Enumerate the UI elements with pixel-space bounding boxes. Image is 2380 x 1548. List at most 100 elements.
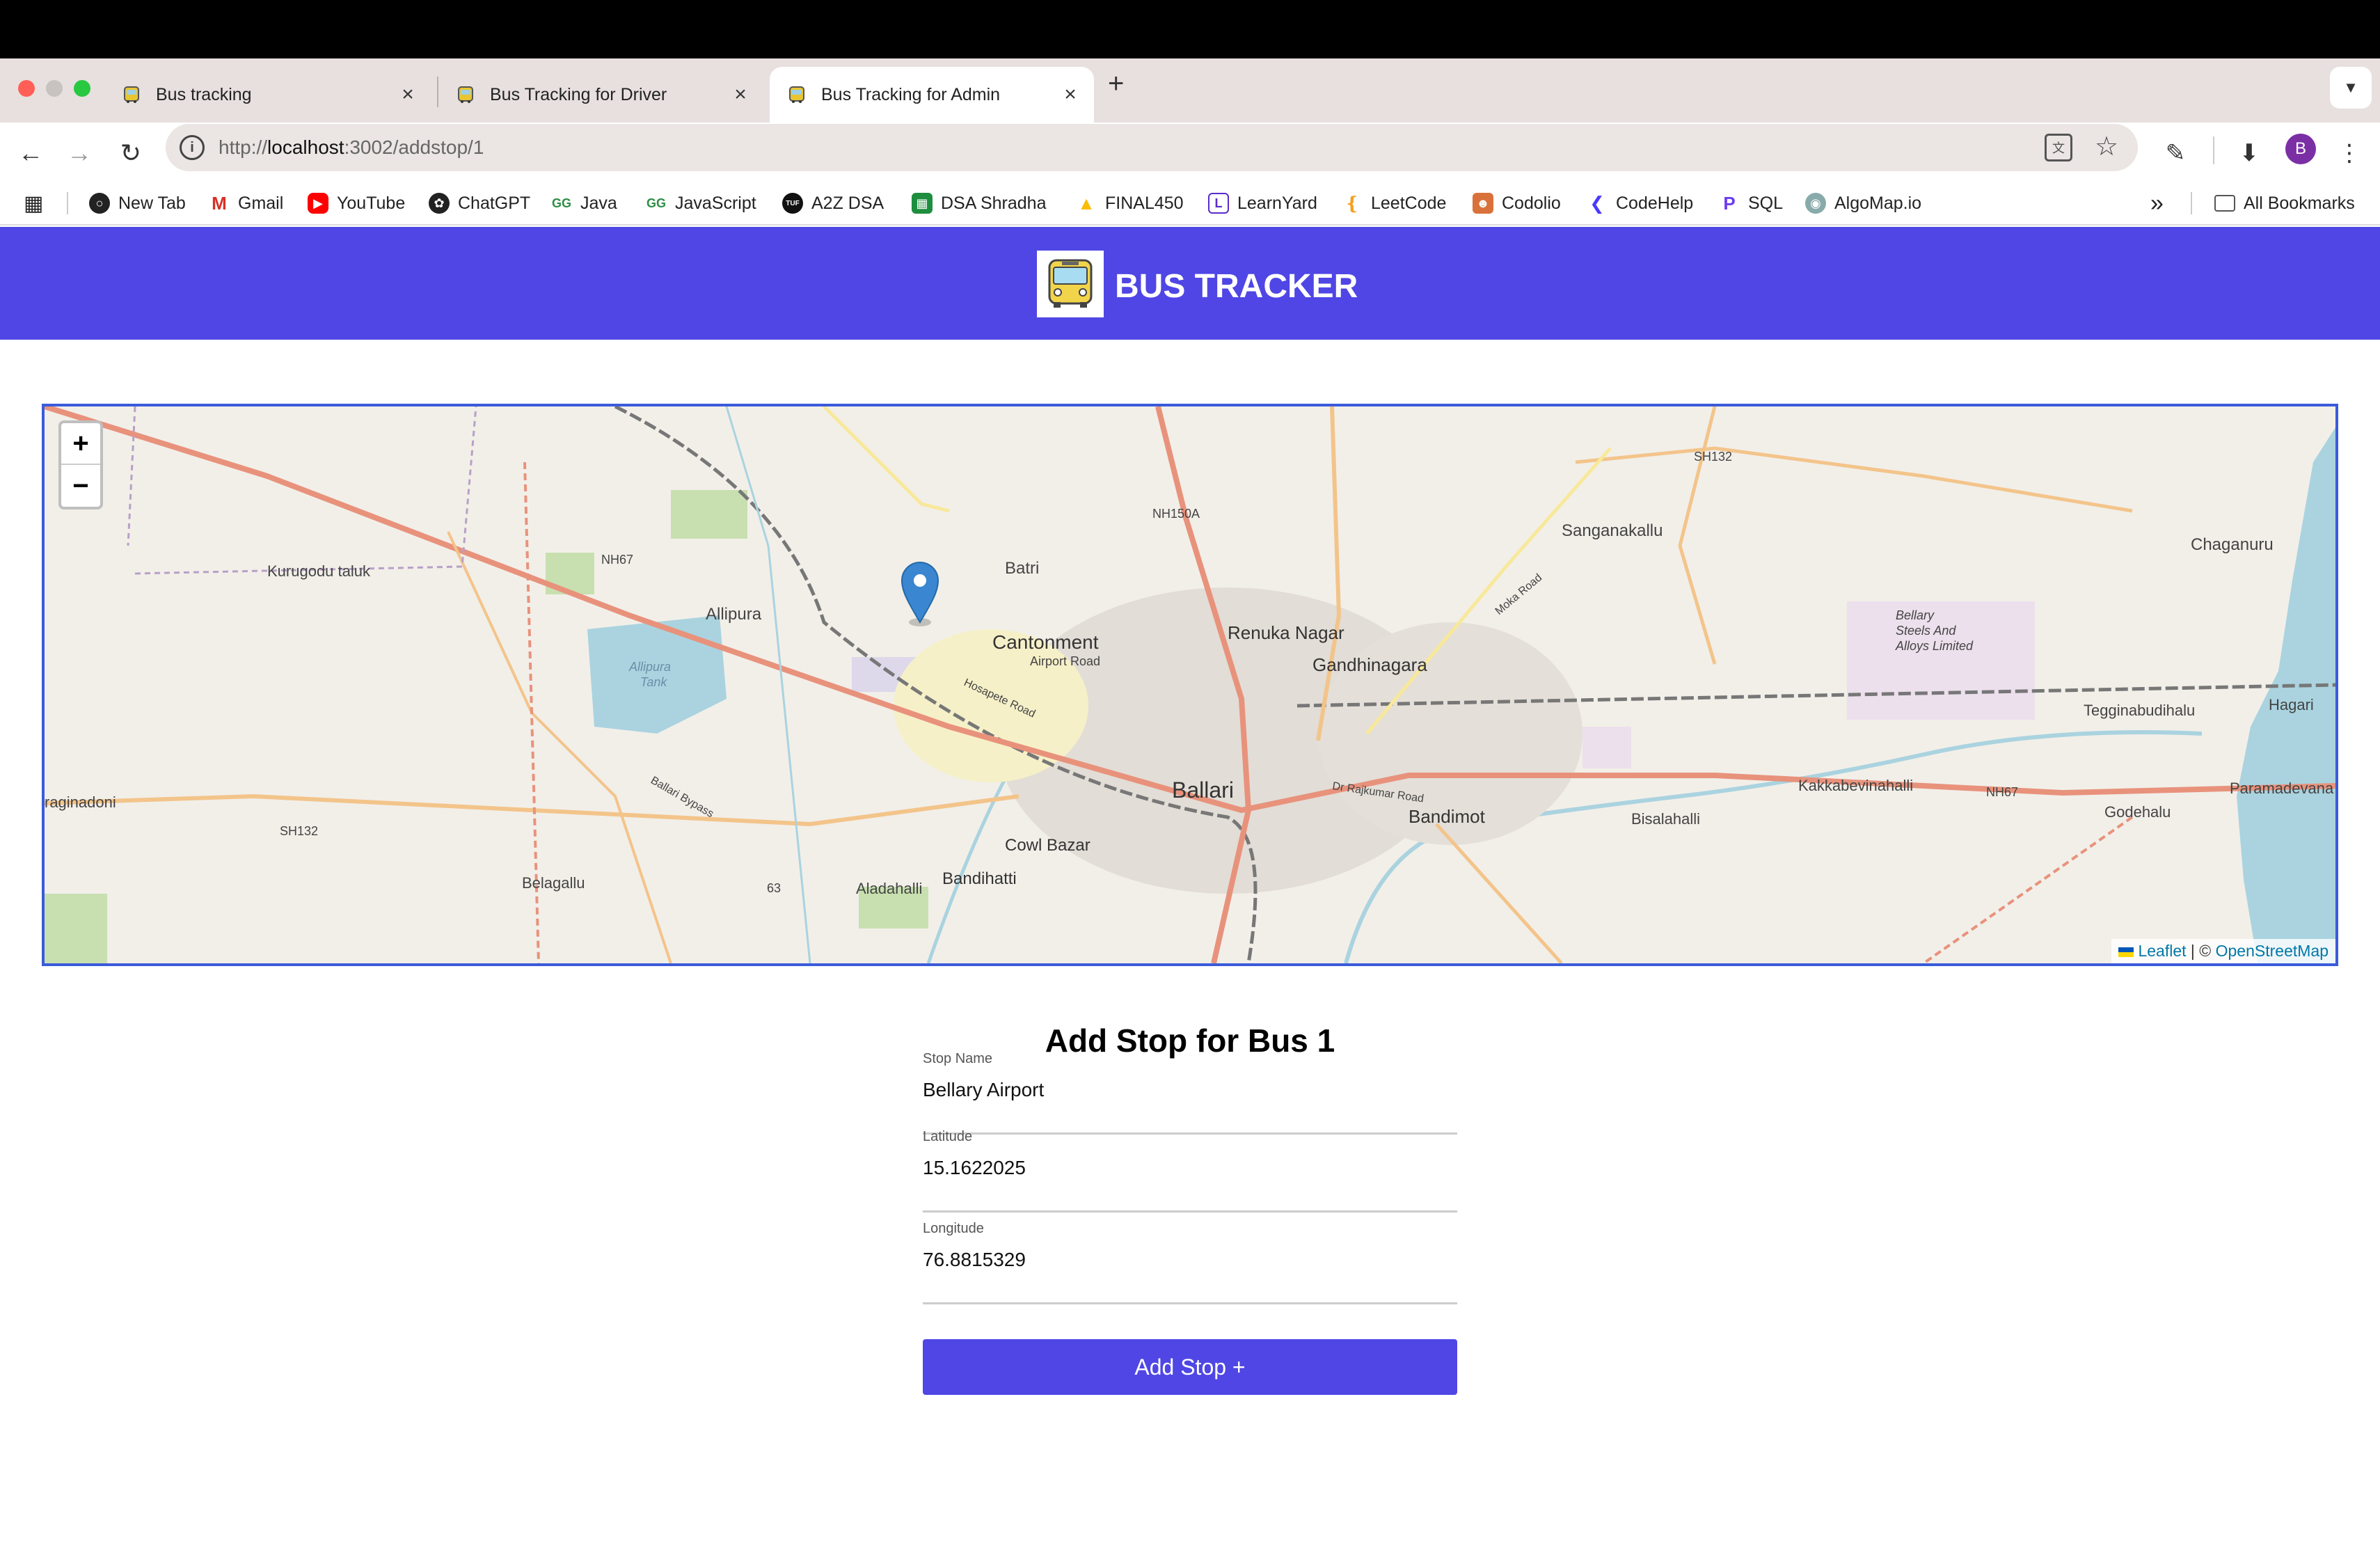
add-stop-button[interactable]: Add Stop + (923, 1339, 1457, 1395)
bookmark-label: DSA Shradha (941, 193, 1047, 213)
bus-favicon-icon (786, 84, 807, 105)
field-label: Latitude (923, 1129, 973, 1144)
minimize-window-button[interactable] (46, 80, 63, 97)
maximize-window-button[interactable] (74, 80, 90, 97)
bookmark-gmail[interactable]: M Gmail (209, 189, 283, 217)
bookmark-label: AlgoMap.io (1834, 193, 1922, 213)
bookmark-algomap[interactable]: ◉ AlgoMap.io (1805, 189, 1921, 217)
site-info-icon[interactable]: i (180, 135, 205, 160)
map-label: Steels And (1896, 624, 1956, 638)
bookmark-leetcode[interactable]: ❴ LeetCode (1342, 189, 1446, 217)
new-tab-button[interactable]: + (1108, 68, 1124, 100)
bookmark-star-icon[interactable]: ☆ (2095, 131, 2118, 162)
map-label: Allipura (706, 605, 762, 624)
bookmark-chatgpt[interactable]: ✿ ChatGPT (429, 189, 530, 217)
map-attribution: Leaflet | © OpenStreetMap (2111, 939, 2335, 963)
ukraine-flag-icon (2118, 947, 2134, 957)
bookmark-label: CodeHelp (1616, 193, 1694, 213)
map-label: Aladahalli (856, 880, 922, 897)
bookmark-learnyard[interactable]: L LearnYard (1208, 189, 1317, 217)
map-label: Belagallu (522, 874, 585, 892)
close-window-button[interactable] (18, 80, 35, 97)
close-tab-icon[interactable]: × (395, 83, 420, 106)
map-label: Ballari (1172, 777, 1234, 803)
bookmark-codolio[interactable]: ☻ Codolio (1473, 189, 1561, 217)
codehelp-icon: ❮ (1587, 193, 1608, 214)
bookmark-label: ChatGPT (458, 193, 531, 213)
latitude-input[interactable]: 15.1622025 (923, 1157, 1026, 1179)
openstreetmap-link[interactable]: OpenStreetMap (2216, 942, 2329, 960)
bookmark-label: Java (580, 193, 617, 213)
map-label: Kurugodu taluk (267, 562, 371, 580)
map-label: SH132 (280, 824, 318, 838)
bookmark-label: YouTube (337, 193, 406, 213)
bookmark-label: A2Z DSA (811, 193, 884, 213)
url-path: :3002/addstop/1 (344, 136, 484, 158)
drive-icon: ▲ (1076, 193, 1097, 214)
bookmark-java[interactable]: GG Java (551, 189, 617, 217)
bookmark-new-tab[interactable]: ○ New Tab (89, 189, 186, 217)
stop-name-input[interactable]: Bellary Airport (923, 1079, 1044, 1101)
bookmark-final450[interactable]: ▲ FINAL450 (1076, 189, 1184, 217)
close-tab-icon[interactable]: × (1058, 83, 1083, 106)
bookmark-sql[interactable]: P SQL (1719, 189, 1783, 217)
bookmarks-overflow-icon[interactable]: » (2150, 189, 2164, 217)
bookmarks-divider (2191, 192, 2192, 214)
bookmark-youtube[interactable]: ▶ YouTube (308, 189, 405, 217)
bookmark-javascript[interactable]: GG JavaScript (646, 189, 756, 217)
map-label: Cantonment (992, 631, 1099, 653)
bookmark-dsa-shradha[interactable]: ▦ DSA Shradha (912, 189, 1047, 217)
stop-name-field[interactable]: Stop Name Bellary Airport (923, 1051, 1457, 1135)
map-label: Sanganakallu (1562, 521, 1663, 540)
tab-bus-tracking[interactable]: Bus tracking × (104, 67, 431, 123)
zoom-in-button[interactable]: + (61, 423, 100, 465)
zoom-out-button[interactable]: − (61, 465, 100, 507)
map-label: NH67 (1986, 785, 2018, 799)
bookmark-codehelp[interactable]: ❮ CodeHelp (1587, 189, 1693, 217)
map-label: Gandhinagara (1312, 654, 1427, 675)
map-label: NH67 (601, 553, 633, 567)
bus-favicon-icon (455, 84, 476, 105)
longitude-field[interactable]: Longitude 76.8815329 (923, 1221, 1457, 1304)
tab-title: Bus Tracking for Admin (821, 84, 1001, 104)
forward-arrow-icon[interactable]: → (58, 132, 100, 174)
apps-grid-icon[interactable]: ▦ (24, 189, 43, 217)
leaflet-link[interactable]: Leaflet (2138, 942, 2186, 960)
map-label: Tegginabudihalu (2084, 702, 2195, 719)
back-arrow-icon[interactable]: ← (10, 132, 51, 174)
gfg-icon: GG (646, 193, 667, 214)
algomap-icon: ◉ (1805, 193, 1826, 214)
url-host: localhost (267, 136, 344, 158)
download-icon[interactable]: ⬇ (2228, 132, 2270, 174)
app-brand-title: BUS TRACKER (1115, 268, 1358, 305)
folder-icon (2214, 195, 2235, 212)
map-container[interactable]: Kurugodu taluk NH67 Allipura Allipura Ta… (42, 404, 2338, 966)
extensions-puzzle-icon[interactable]: ✎ (2155, 132, 2196, 174)
all-bookmarks-folder[interactable]: All Bookmarks (2214, 189, 2355, 217)
tab-search-chevron-icon[interactable]: ▼ (2330, 67, 2372, 109)
tab-bus-tracking-driver[interactable]: Bus Tracking for Driver × (438, 67, 764, 123)
address-bar[interactable]: i http://localhost:3002/addstop/1 文 ☆ (166, 124, 2138, 171)
tab-title: Bus Tracking for Driver (490, 84, 667, 104)
gmail-icon: M (209, 193, 230, 214)
profile-avatar[interactable]: B (2285, 134, 2316, 164)
translate-icon[interactable]: 文 (2045, 134, 2072, 161)
latitude-field[interactable]: Latitude 15.1622025 (923, 1129, 1457, 1213)
longitude-input[interactable]: 76.8815329 (923, 1249, 1026, 1271)
attribution-separator: | © (2186, 942, 2216, 960)
reload-icon[interactable]: ↻ (110, 132, 152, 174)
more-menu-icon[interactable]: ⋮ (2329, 132, 2370, 174)
gfg-icon: GG (551, 193, 572, 214)
map-label: Paramadevana (2230, 780, 2334, 797)
map-label: Cowl Bazar (1005, 836, 1090, 855)
url-text[interactable]: http://localhost:3002/addstop/1 (219, 136, 484, 159)
close-tab-icon[interactable]: × (728, 83, 753, 106)
bookmark-a2z-dsa[interactable]: TUF A2Z DSA (782, 189, 884, 217)
bookmark-label: All Bookmarks (2244, 193, 2355, 213)
tab-bus-tracking-admin[interactable]: Bus Tracking for Admin × (770, 67, 1094, 123)
chatgpt-icon: ✿ (429, 193, 450, 214)
map-label: Hagari (2269, 696, 2314, 713)
bookmark-label: LearnYard (1237, 193, 1317, 213)
map-tiles[interactable]: Kurugodu taluk NH67 Allipura Allipura Ta… (45, 406, 2335, 963)
map-label: Alloys Limited (1895, 639, 1974, 653)
